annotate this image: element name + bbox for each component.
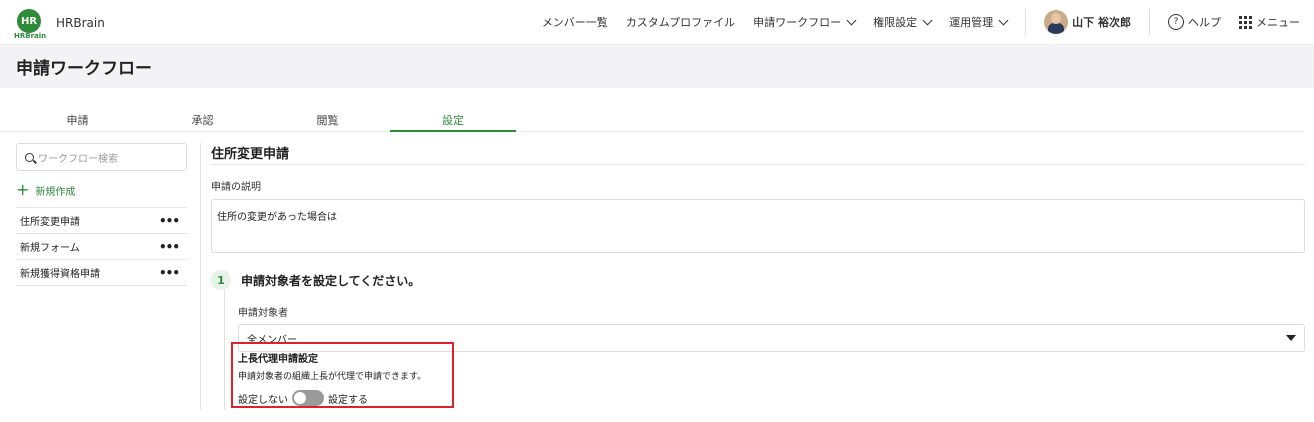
help-button[interactable]: ? ヘルプ [1168, 14, 1221, 30]
step-header: 1 申請対象者を設定してください。 [211, 270, 1305, 290]
list-item-label: 新規獲得資格申請 [20, 269, 100, 280]
logo-mark: HR [17, 9, 41, 33]
toggle-knob [294, 392, 306, 404]
sidebar-divider [200, 143, 201, 410]
user-name: 山下 裕次郎 [1072, 16, 1131, 29]
workflow-title: 住所変更申請 [211, 143, 1305, 165]
nav-divider [1025, 9, 1027, 35]
plus-icon: + [16, 180, 30, 199]
workflow-sidebar: ワークフロー検索 + 新規作成 住所変更申請 ••• 新規フォーム ••• 新規… [16, 143, 187, 286]
nav-workflow[interactable]: 申請ワークフロー [753, 14, 857, 30]
proxy-toggle-row: 設定しない 設定する [238, 390, 447, 406]
nav-permissions-label: 権限設定 [873, 16, 918, 29]
proxy-setting-box: 上長代理申請設定 申請対象者の組織上長が代理で申請できます。 設定しない 設定す… [231, 342, 454, 408]
app-name: HRBrain [56, 16, 105, 30]
menu-button[interactable]: メニュー [1239, 14, 1300, 30]
description-label: 申請の説明 [211, 182, 261, 193]
logo-subtext: HRBrain [14, 32, 47, 40]
help-label: ヘルプ [1188, 16, 1221, 29]
main-nav: メンバー一覧 カスタムプロファイル 申請ワークフロー 権限設定 運用管理 山下 … [542, 0, 1314, 44]
top-bar: HR HRBrain HRBrain メンバー一覧 カスタムプロファイル 申請ワ… [0, 0, 1314, 45]
list-item[interactable]: 新規獲得資格申請 ••• [16, 260, 187, 286]
nav-members[interactable]: メンバー一覧 [542, 14, 608, 30]
list-item[interactable]: 新規フォーム ••• [16, 234, 187, 260]
list-item-label: 新規フォーム [20, 243, 80, 254]
step-title: 申請対象者を設定してください。 [241, 273, 421, 288]
proxy-title: 上長代理申請設定 [238, 354, 318, 365]
search-input[interactable]: ワークフロー検索 [16, 143, 187, 171]
nav-operations[interactable]: 運用管理 [949, 14, 1009, 30]
tab-view[interactable]: 閲覧 [265, 112, 390, 130]
page-title: 申請ワークフロー [16, 59, 152, 79]
chevron-down-icon [922, 15, 933, 25]
tab-settings[interactable]: 設定 [390, 112, 516, 132]
chevron-down-icon [846, 15, 857, 25]
nav-custom-profile[interactable]: カスタムプロファイル [626, 14, 735, 30]
step-connector [224, 290, 225, 410]
workflow-list: 住所変更申請 ••• 新規フォーム ••• 新規獲得資格申請 ••• [16, 207, 187, 286]
chevron-down-icon [998, 15, 1009, 25]
toggle-off-label: 設定しない [238, 394, 288, 406]
more-icon[interactable]: ••• [159, 214, 180, 228]
menu-label: メニュー [1256, 16, 1300, 29]
tab-apply[interactable]: 申請 [15, 112, 140, 130]
new-workflow-button[interactable]: + 新規作成 [16, 180, 187, 199]
nav-operations-label: 運用管理 [949, 16, 994, 29]
user-menu[interactable]: 山下 裕次郎 [1044, 10, 1131, 34]
new-workflow-label: 新規作成 [35, 186, 76, 198]
tab-bar: 申請 承認 閲覧 設定 [0, 112, 1304, 132]
tab-approve[interactable]: 承認 [140, 112, 265, 130]
description-field[interactable]: 住所の変更があった場合は [211, 199, 1305, 253]
list-item[interactable]: 住所変更申請 ••• [16, 208, 187, 234]
page-header: 申請ワークフロー [0, 45, 1314, 88]
avatar [1044, 10, 1069, 34]
nav-divider [1149, 9, 1150, 35]
nav-permissions[interactable]: 権限設定 [873, 14, 933, 30]
search-icon [25, 152, 34, 162]
workflow-settings: 住所変更申請 申請の説明 住所の変更があった場合は 1 申請対象者を設定してくだ… [211, 143, 1305, 410]
nav-workflow-label: 申請ワークフロー [753, 16, 842, 29]
grid-icon [1239, 15, 1252, 29]
proxy-description: 申請対象者の組織上長が代理で申請できます。 [238, 372, 427, 382]
toggle-on-label: 設定する [328, 394, 368, 406]
list-item-label: 住所変更申請 [20, 217, 80, 228]
proxy-toggle[interactable] [292, 390, 324, 406]
hrbrain-logo[interactable]: HR HRBrain [14, 9, 47, 40]
step-number: 1 [211, 270, 231, 290]
more-icon[interactable]: ••• [159, 240, 180, 254]
help-icon: ? [1168, 14, 1184, 30]
more-icon[interactable]: ••• [159, 266, 180, 280]
target-label: 申請対象者 [238, 308, 288, 319]
caret-down-icon [1286, 335, 1296, 341]
search-placeholder: ワークフロー検索 [38, 153, 118, 165]
